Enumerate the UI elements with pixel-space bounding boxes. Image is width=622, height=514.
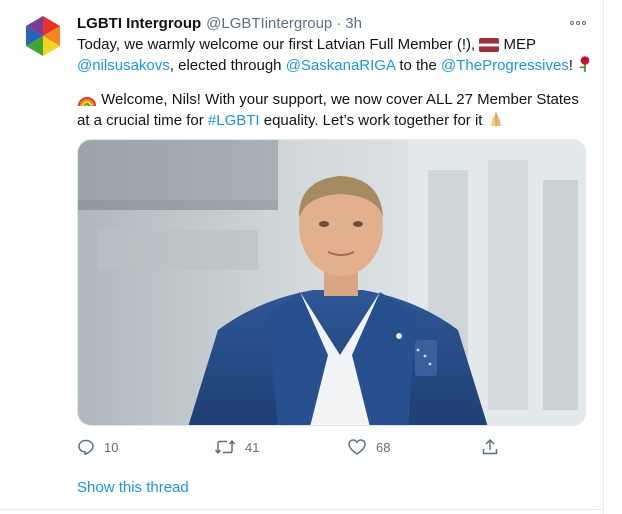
- more-dots-icon[interactable]: [566, 13, 590, 33]
- text-segment: to the: [399, 57, 437, 74]
- reply-icon: [78, 439, 94, 456]
- separator-dot: ·: [336, 14, 342, 32]
- like-icon: [348, 439, 366, 455]
- text-segment: equality. Let’s work together for it: [263, 112, 483, 129]
- hashtag-lgbti[interactable]: #LGBTI: [208, 112, 260, 129]
- folded-hands-icon: [490, 112, 501, 126]
- mention-theprogressives[interactable]: @TheProgressives: [441, 57, 569, 74]
- reply-count: 10: [104, 439, 119, 455]
- tweet-card[interactable]: LGBTI Intergroup @LGBTIintergroup · 3h T…: [0, 0, 604, 514]
- text-segment: MEP: [503, 36, 537, 53]
- rainbow-hexagon-logo: [26, 16, 60, 56]
- text-segment: at a crucial time for: [77, 112, 204, 129]
- tweet-header: LGBTI Intergroup @LGBTIintergroup · 3h: [77, 13, 557, 33]
- avatar[interactable]: [20, 13, 66, 59]
- timestamp[interactable]: 3h: [345, 15, 362, 32]
- retweet-icon: [214, 439, 236, 455]
- like-button[interactable]: 68: [347, 434, 390, 460]
- rainbow-icon: [78, 97, 96, 107]
- text-segment: Welcome, Nils! With your support, we now…: [101, 91, 579, 108]
- display-name[interactable]: LGBTI Intergroup: [77, 15, 201, 32]
- show-thread-link[interactable]: Show this thread: [77, 479, 189, 496]
- retweet-count: 41: [245, 439, 260, 455]
- mention-saskanariga[interactable]: @SaskanaRIGA: [286, 57, 395, 74]
- tweet-text-line-4: at a crucial time for #LGBTI equality. L…: [77, 110, 597, 131]
- share-icon: [482, 438, 498, 455]
- photo-man-blue-suit[interactable]: [77, 139, 586, 426]
- tweet-text-line-3: Welcome, Nils! With your support, we now…: [77, 90, 597, 110]
- tweet-actions: 10 41 68: [77, 434, 586, 460]
- latvia-flag-icon: [479, 38, 500, 52]
- text-segment: Today, we warmly welcome our first Latvi…: [77, 36, 476, 53]
- tweet-text-line-1: Today, we warmly welcome our first Latvi…: [77, 35, 597, 55]
- text-segment: !: [568, 57, 573, 74]
- like-count: 68: [376, 439, 391, 455]
- share-button[interactable]: [481, 434, 499, 460]
- user-handle[interactable]: @LGBTIintergroup: [206, 15, 332, 32]
- retweet-button[interactable]: 41: [214, 434, 259, 460]
- rose-icon: [579, 56, 590, 72]
- text-segment: , elected through: [169, 57, 282, 74]
- divider: [0, 509, 604, 510]
- reply-button[interactable]: 10: [77, 434, 118, 460]
- tweet-text-line-2: @nilsusakovs, elected through @SaskanaRI…: [77, 55, 597, 76]
- mention-nilsusakovs[interactable]: @nilsusakovs: [77, 57, 170, 74]
